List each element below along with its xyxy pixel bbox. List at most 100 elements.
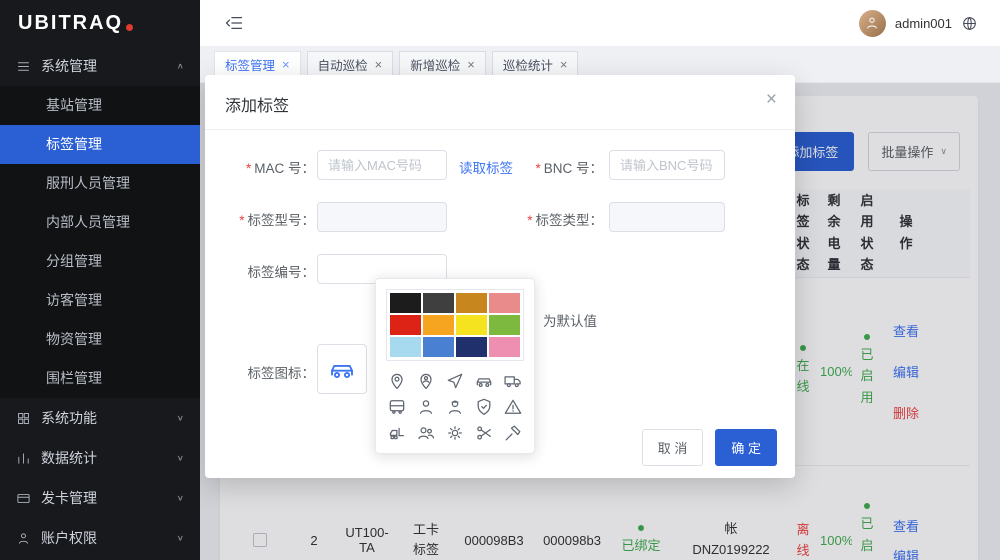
tag-type-input[interactable] [609, 202, 725, 232]
sidebar-group-label: 系统功能 [41, 408, 177, 428]
required-asterisk: * [239, 213, 244, 228]
icon-picker-popup [375, 278, 535, 454]
forklift-icon[interactable] [387, 423, 407, 443]
tab-label: 巡检统计 [503, 55, 553, 74]
sidebar-menu: 系统管理 ∧ 基站管理 标签管理 服刑人员管理 内部人员管理 分组管理 访客管理… [0, 46, 200, 558]
tab-new-inspection[interactable]: 新增巡检 × [399, 51, 486, 77]
worker-icon[interactable] [445, 397, 465, 417]
gear-icon[interactable] [445, 423, 465, 443]
icon-picker-grid [386, 371, 524, 443]
globe-icon[interactable] [961, 15, 978, 32]
palette-color-swatch[interactable] [456, 315, 487, 335]
sidebar-item-internal-personnel[interactable]: 内部人员管理 [0, 203, 200, 242]
modal-header: 添加标签 × [205, 75, 795, 130]
sidebar-group-label: 发卡管理 [41, 488, 177, 508]
warning-icon[interactable] [503, 397, 523, 417]
sidebar-fold-icon[interactable] [224, 13, 244, 33]
tab-close-icon[interactable]: × [282, 57, 290, 72]
sidebar-group-label: 系统管理 [41, 56, 177, 76]
sidebar-group-label: 数据统计 [41, 448, 177, 468]
tag-icon-selector[interactable] [317, 344, 367, 394]
tab-inspection-statistics[interactable]: 巡检统计 × [492, 51, 579, 77]
form-row-mac-bnc: *MAC 号： 读取标签 *BNC 号： [237, 150, 763, 202]
pin-icon[interactable] [387, 371, 407, 391]
read-tag-link[interactable]: 读取标签 [459, 157, 513, 177]
username[interactable]: admin001 [895, 16, 952, 31]
user-area: admin001 [859, 10, 978, 37]
sidebar-item-card-issuing[interactable]: 发卡管理 ∨ [0, 478, 200, 518]
car-icon[interactable] [474, 371, 494, 391]
group-icon[interactable] [416, 423, 436, 443]
chevron-down-icon: ∨ [177, 534, 184, 543]
bnc-input[interactable] [609, 150, 725, 180]
sidebar: UBITRAQ 系统管理 ∧ 基站管理 标签管理 服刑人员管理 内部人员管理 分… [0, 0, 200, 560]
tab-tag-management[interactable]: 标签管理 × [214, 51, 301, 77]
tab-close-icon[interactable]: × [467, 57, 475, 72]
palette-color-swatch[interactable] [456, 337, 487, 357]
top-header: admin001 [200, 0, 1000, 46]
chevron-down-icon: ∨ [177, 454, 184, 463]
palette-color-swatch[interactable] [489, 337, 520, 357]
sidebar-item-prisoner-management[interactable]: 服刑人员管理 [0, 164, 200, 203]
user-icon [16, 531, 31, 546]
chart-icon [16, 451, 31, 466]
palette-color-swatch[interactable] [390, 293, 421, 313]
tab-close-icon[interactable]: × [560, 57, 568, 72]
cancel-button[interactable]: 取 消 [642, 429, 704, 466]
tag-icon-label: 标签图标： [231, 362, 315, 382]
icon-default-hint: 为默认值 [543, 310, 597, 330]
tab-close-icon[interactable]: × [375, 57, 383, 72]
sidebar-item-base-station[interactable]: 基站管理 [0, 86, 200, 125]
palette-color-swatch[interactable] [423, 337, 454, 357]
palette-color-swatch[interactable] [423, 315, 454, 335]
sidebar-item-system-management[interactable]: 系统管理 ∧ [0, 46, 200, 86]
required-asterisk: * [246, 161, 251, 176]
bus-icon[interactable] [387, 397, 407, 417]
sidebar-item-system-functions[interactable]: 系统功能 ∨ [0, 398, 200, 438]
close-icon[interactable]: × [766, 90, 777, 109]
modal-title: 添加标签 [225, 98, 289, 115]
main-area: admin001 标签管理 × 自动巡检 × 新增巡检 × 巡检统计 × [200, 0, 1000, 560]
grid-icon [16, 411, 31, 426]
sidebar-item-fence-management[interactable]: 围栏管理 [0, 359, 200, 398]
bnc-label: *BNC 号： [521, 157, 603, 177]
person-pin-icon[interactable] [416, 371, 436, 391]
palette-color-swatch[interactable] [489, 293, 520, 313]
menu-icon [16, 59, 31, 74]
sidebar-group-label: 账户权限 [41, 528, 177, 548]
form-row-model-type: *标签型号： *标签类型： [237, 202, 763, 254]
truck-icon[interactable] [503, 371, 523, 391]
modal-footer: 取 消 确 定 [642, 429, 777, 466]
avatar[interactable] [859, 10, 886, 37]
person-icon[interactable] [416, 397, 436, 417]
scissors-icon[interactable] [474, 423, 494, 443]
sidebar-item-group-management[interactable]: 分组管理 [0, 242, 200, 281]
color-palette [386, 289, 524, 361]
palette-color-swatch[interactable] [390, 315, 421, 335]
confirm-button[interactable]: 确 定 [715, 429, 777, 466]
tab-label: 新增巡检 [410, 55, 460, 74]
sidebar-item-material-management[interactable]: 物资管理 [0, 320, 200, 359]
sidebar-item-account-permissions[interactable]: 账户权限 ∨ [0, 518, 200, 558]
palette-color-swatch[interactable] [390, 337, 421, 357]
tag-model-input[interactable] [317, 202, 447, 232]
selected-tag-icon [327, 354, 357, 384]
sidebar-submenu: 基站管理 标签管理 服刑人员管理 内部人员管理 分组管理 访客管理 物资管理 围… [0, 86, 200, 398]
mac-input[interactable] [317, 150, 447, 180]
sidebar-item-tag-management[interactable]: 标签管理 [0, 125, 200, 164]
sidebar-item-data-statistics[interactable]: 数据统计 ∨ [0, 438, 200, 478]
user-icon [864, 15, 880, 31]
tag-type-label: *标签类型： [521, 209, 603, 229]
card-icon [16, 491, 31, 506]
palette-color-swatch[interactable] [456, 293, 487, 313]
chevron-down-icon: ∨ [177, 494, 184, 503]
cursor-icon[interactable] [445, 371, 465, 391]
badge-icon[interactable] [474, 397, 494, 417]
tab-auto-inspection[interactable]: 自动巡检 × [307, 51, 394, 77]
required-asterisk: * [535, 161, 540, 176]
hammer-icon[interactable] [503, 423, 523, 443]
sidebar-item-visitor-management[interactable]: 访客管理 [0, 281, 200, 320]
chevron-down-icon: ∨ [177, 414, 184, 423]
palette-color-swatch[interactable] [423, 293, 454, 313]
palette-color-swatch[interactable] [489, 315, 520, 335]
